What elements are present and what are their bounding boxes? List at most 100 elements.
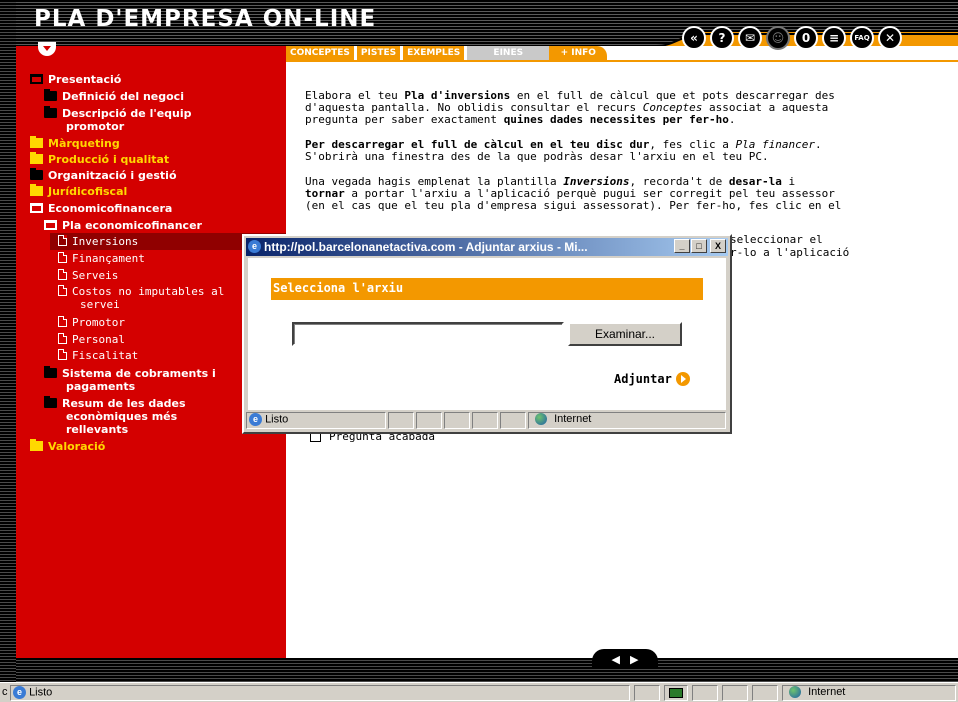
toolbar: « ? ✉ ☺ 0 ≡ FAQ ✕ [682,26,902,50]
attach-file-window: e http://pol.barcelonanetactiva.com - Ad… [242,234,732,434]
notes-icon[interactable]: ≡ [822,26,846,50]
mail-icon[interactable]: ✉ [738,26,762,50]
status-left-fragment: c [2,686,8,698]
status-cell [634,685,660,701]
globe-icon [535,413,547,426]
sidebar-item-inversions[interactable]: Inversions [58,235,138,248]
select-file-heading: Selecciona l'arxiu [271,278,703,300]
window-controls: _ □ X [674,239,726,253]
sidebar-item-valoracio[interactable]: Valoració [30,439,105,453]
ie-page-icon: e [249,413,262,426]
sidebar-item-personal[interactable]: Personal [58,333,125,346]
folder-icon [30,168,43,180]
window-status-bar: e Listo Internet [246,410,728,430]
status-cell [388,412,414,429]
sidebar-item-financament[interactable]: Finançament [58,252,145,265]
tab-conceptes[interactable]: CONCEPTES [286,46,354,60]
attach-button[interactable]: Adjuntar [614,372,690,386]
close-icon[interactable]: ✕ [878,26,902,50]
tab-eines[interactable]: EINES [467,46,550,60]
browse-button[interactable]: Examinar... [568,322,682,346]
sidebar-item-juridicofiscal[interactable]: Jurídicofiscal [30,184,127,198]
folder-icon [30,439,43,451]
folder-icon [30,184,43,196]
folder-open-icon [30,74,43,84]
left-frame-edge [0,0,16,682]
instruction-paragraph-2: Per descarregar el full de càlcul en el … [305,138,822,163]
lock-icon [669,688,683,698]
folder-open-icon [44,220,57,230]
sidebar-item-marqueting[interactable]: Màrqueting [30,136,120,150]
folder-icon [44,89,57,101]
user-icon: ☺ [766,26,790,50]
file-path-input[interactable] [292,322,564,346]
page-navigation: ◀ ▶ [592,649,658,669]
folder-icon [44,366,57,378]
close-window-button[interactable]: X [710,239,726,253]
maximize-button[interactable]: □ [691,239,707,253]
window-zone-cell: Internet [528,412,726,429]
instruction-paragraph-3-tail: seleccionar el r-lo a l'aplicació [730,233,850,259]
document-icon [58,333,67,344]
app-title: PLA D'EMPRESA ON-LINE [34,6,377,32]
sidebar-item-sistema-cont[interactable]: pagaments [66,380,135,393]
tab-info[interactable]: + INFO [549,46,608,60]
ie-page-icon: e [13,686,26,699]
sidebar-item-serveis[interactable]: Serveis [58,269,118,282]
window-body: Selecciona l'arxiu Examinar... Adjuntar [248,258,726,410]
sidebar-item-descripcio[interactable]: Descripció de l'equip [44,106,192,120]
window-titlebar[interactable]: e http://pol.barcelonanetactiva.com - Ad… [246,238,728,256]
document-icon [58,252,67,263]
resource-tabs: CONCEPTES PISTES EXEMPLES EINES + INFO [286,46,610,60]
next-arrow-icon[interactable]: ▶ [630,653,638,666]
sidebar-item-fiscalitat[interactable]: Fiscalitat [58,349,138,362]
main-content: Elabora el teu Pla d'inversions en el fu… [305,90,865,225]
folder-icon [30,136,43,148]
document-icon [58,349,67,360]
tabs-underline [286,60,958,62]
sidebar-item-costos-cont[interactable]: servei [80,298,120,311]
instruction-paragraph-1: Elabora el teu Pla d'inversions en el fu… [305,89,835,126]
tab-pistes[interactable]: PISTES [356,46,401,60]
sidebar-item-promotor[interactable]: Promotor [58,316,125,329]
browser-status-bar: c e Listo Internet [0,682,958,702]
folder-icon [44,106,57,118]
back-icon[interactable]: « [682,26,706,50]
status-cell [692,685,718,701]
minimize-button[interactable]: _ [674,239,690,253]
status-cell [416,412,442,429]
sidebar-item-definicio[interactable]: Definició del negoci [44,89,184,103]
status-cell [444,412,470,429]
faq-icon[interactable]: FAQ [850,26,874,50]
status-cell [500,412,526,429]
tab-exemples[interactable]: EXEMPLES [403,46,465,60]
document-icon [58,235,67,246]
document-icon [58,269,67,280]
ie-icon: e [248,240,261,253]
sidebar-item-costos[interactable]: Costos no imputables al [58,285,224,298]
help-icon[interactable]: ? [710,26,734,50]
folder-open-icon [30,203,43,213]
sidebar-item-pla-economicofinancer[interactable]: Pla economicofinancer [44,219,202,232]
globe-icon [789,686,801,699]
sidebar-item-resum[interactable]: Resum de les dades [44,396,186,410]
attach-icon[interactable]: 0 [794,26,818,50]
status-cell-secure [664,685,688,701]
sidebar-item-produccio[interactable]: Producció i qualitat [30,152,169,166]
arrow-right-icon [675,372,690,386]
status-cell [472,412,498,429]
sidebar-item-presentacio[interactable]: Presentació [30,73,121,86]
document-icon [58,316,67,327]
status-cell [752,685,778,701]
folder-icon [30,152,43,164]
sidebar-item-resum-cont1[interactable]: econòmiques més [66,410,177,423]
instruction-paragraph-3: Una vegada hagis emplenat la plantilla I… [305,175,842,212]
sidebar-item-sistema[interactable]: Sistema de cobraments i [44,366,216,380]
sidebar-item-economicofinancera[interactable]: Economicofinancera [30,202,172,215]
sidebar-item-organitzacio[interactable]: Organització i gestió [30,168,177,182]
sidebar-item-resum-cont2[interactable]: rellevants [66,423,128,436]
sidebar-item-descripcio-cont[interactable]: promotor [66,120,124,133]
prev-arrow-icon[interactable]: ◀ [612,653,620,666]
status-cell [722,685,748,701]
status-text-cell: e Listo [10,685,630,701]
